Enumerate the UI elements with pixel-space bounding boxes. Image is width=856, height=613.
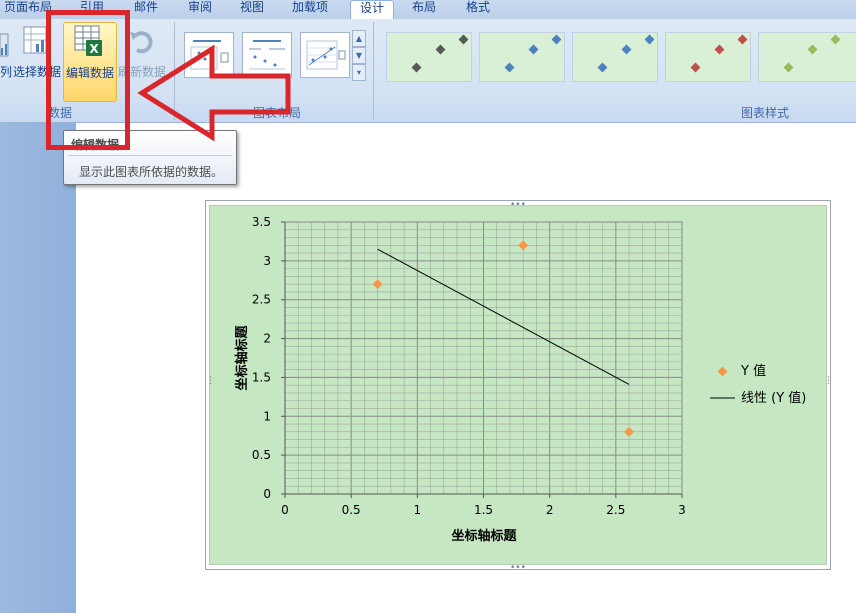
layout-gallery-scroll-up-button[interactable]: ▲ — [352, 30, 366, 47]
style-marker — [597, 62, 608, 73]
tooltip-divider — [68, 155, 232, 156]
layout-gallery-scroll-down-button[interactable]: ▼ — [352, 47, 366, 64]
style-marker — [807, 44, 818, 55]
style-marker — [435, 44, 446, 55]
tab-review[interactable]: 审阅 — [184, 0, 216, 19]
chart-layout-1-icon — [190, 40, 229, 70]
style-marker — [621, 44, 632, 55]
tab-chart-layout[interactable]: 布局 — [408, 0, 440, 19]
switch-row-column-icon — [0, 33, 9, 57]
tab-format[interactable]: 格式 — [462, 0, 494, 19]
resize-handle-right[interactable]: ⋮ — [824, 377, 833, 386]
chart-style-1-button[interactable] — [386, 32, 472, 82]
chart-layout-2-icon — [249, 40, 285, 70]
resize-handle-bottom[interactable]: ••• — [510, 564, 526, 573]
chart-layout-1-button[interactable] — [184, 32, 234, 78]
chart-layout-3-icon — [306, 40, 346, 70]
style-marker — [714, 44, 725, 55]
layout-gallery-more-button[interactable]: ▾ — [352, 64, 366, 81]
style-marker — [551, 34, 562, 45]
tab-design[interactable]: 设计 — [350, 0, 394, 19]
style-marker — [528, 44, 539, 55]
chart-area[interactable] — [209, 205, 827, 565]
style-marker — [690, 62, 701, 73]
group-separator — [174, 22, 175, 120]
chart-layout-group-label: 图表布局 — [252, 106, 301, 120]
chart-layout-3-button[interactable] — [300, 32, 350, 78]
chart-style-4-button[interactable] — [665, 32, 751, 82]
switch-row-column-button[interactable]: 列 — [0, 22, 12, 100]
style-marker — [737, 34, 748, 45]
chart-styles-group-label: 图表样式 — [740, 106, 789, 120]
tooltip-description: 显示此图表所依据的数据。 — [79, 165, 224, 179]
style-marker — [830, 34, 841, 45]
group-separator — [373, 22, 374, 120]
tab-view[interactable]: 视图 — [236, 0, 268, 19]
chart-style-2-button[interactable] — [479, 32, 565, 82]
resize-handle-top[interactable]: ••• — [510, 201, 526, 210]
chart-style-3-button[interactable] — [572, 32, 658, 82]
tab-addins[interactable]: 加载项 — [288, 0, 332, 19]
chart-layout-2-button[interactable] — [242, 32, 292, 78]
tab-mailings[interactable]: 邮件 — [130, 0, 162, 19]
style-marker — [783, 62, 794, 73]
style-marker — [458, 34, 469, 45]
chart-style-5-button[interactable] — [758, 32, 856, 82]
refresh-data-icon — [130, 31, 153, 54]
style-marker — [504, 62, 515, 73]
left-margin-pane — [0, 123, 76, 613]
style-marker — [644, 34, 655, 45]
resize-handle-left[interactable]: ⋮ — [206, 377, 215, 386]
style-marker — [411, 62, 422, 73]
annotation-highlight-box — [46, 10, 130, 150]
